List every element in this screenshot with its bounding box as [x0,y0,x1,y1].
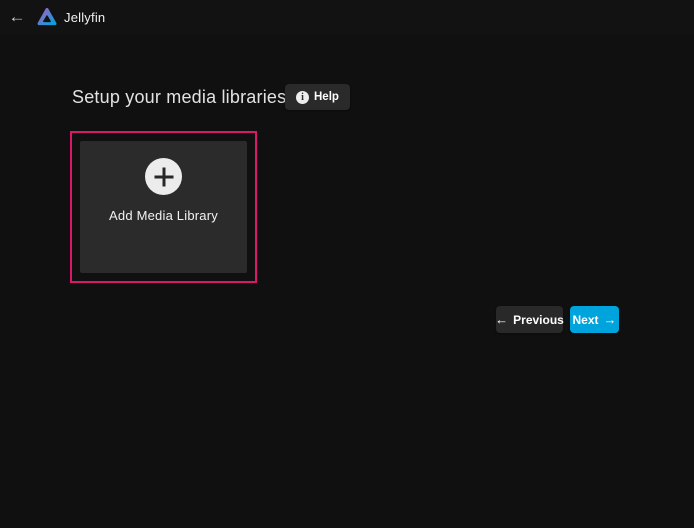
next-button-label: Next [573,313,599,327]
previous-button-label: Previous [513,313,564,327]
page-title: Setup your media libraries [72,87,286,108]
info-icon: i [296,91,309,104]
arrow-right-icon: → [604,313,617,326]
arrow-left-icon: ← [495,313,508,326]
setup-wizard-page: ← Jellyfin Setup your media libraries i … [0,0,694,528]
help-button[interactable]: i Help [285,84,350,110]
plus-icon [145,158,182,195]
add-media-library-label: Add Media Library [109,208,218,223]
next-button[interactable]: Next → [570,306,619,333]
help-button-label: Help [314,91,339,103]
app-title: Jellyfin [64,10,105,25]
arrow-left-icon: ← [9,7,26,27]
previous-button[interactable]: ← Previous [496,306,563,333]
jellyfin-logo-icon [36,6,58,28]
add-media-library-card-body: Add Media Library [80,141,247,273]
header-bar: ← Jellyfin [0,0,694,34]
add-media-library-card[interactable]: Add Media Library [70,131,257,283]
back-button[interactable]: ← [0,0,34,34]
app-logo: Jellyfin [36,6,105,28]
